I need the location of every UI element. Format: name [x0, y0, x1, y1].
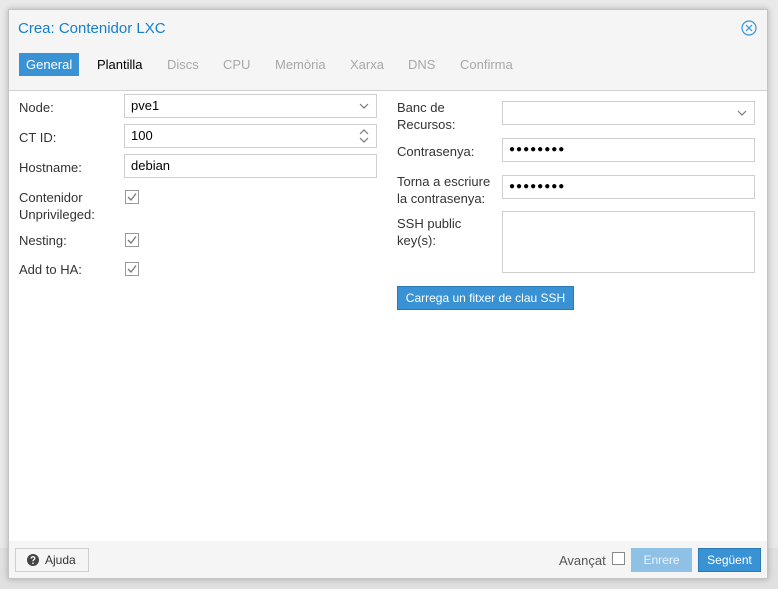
next-button[interactable]: Següent — [698, 548, 761, 572]
ha-label: Add to HA: — [19, 262, 82, 277]
unprivileged-label-line2: Unprivileged: — [19, 207, 95, 222]
dialog-title: Crea: Contenidor LXC — [18, 20, 166, 37]
password-value: ●●●●●●●● — [509, 144, 566, 155]
ctid-value: 100 — [131, 128, 153, 143]
nesting-checkbox[interactable] — [125, 233, 139, 247]
pool-select[interactable] — [502, 101, 755, 125]
question-icon — [27, 554, 39, 566]
load-ssh-key-button[interactable]: Carrega un fitxer de clau SSH — [397, 286, 574, 310]
tab-xarxa: Xarxa — [350, 57, 384, 72]
confirm-password-input[interactable]: ●●●●●●●● — [502, 175, 755, 199]
hostname-label: Hostname: — [19, 160, 82, 175]
tab-memoria: Memòria — [275, 57, 326, 72]
pool-label-line2: Recursos: — [397, 117, 456, 132]
tab-discs: Discs — [167, 57, 199, 72]
create-lxc-dialog: Crea: Contenidor LXC General Plantilla D… — [8, 9, 768, 579]
nesting-label: Nesting: — [19, 233, 67, 248]
close-icon[interactable] — [741, 20, 757, 36]
ctid-label: CT ID: — [19, 130, 57, 145]
chevron-down-icon[interactable] — [736, 106, 748, 120]
password-label: Contrasenya: — [397, 144, 475, 159]
confirm-password-value: ●●●●●●●● — [509, 181, 566, 192]
tab-dns: DNS — [408, 57, 436, 72]
tab-confirma: Confirma — [460, 57, 513, 72]
confirm-password-label: Torna a escriure la contrasenya: — [397, 173, 490, 207]
unprivileged-label-line1: Contenidor — [19, 190, 83, 205]
unprivileged-checkbox[interactable] — [125, 190, 139, 204]
advanced-checkbox[interactable] — [612, 552, 625, 565]
tab-general[interactable]: General — [19, 53, 80, 76]
wizard-tabs: General Plantilla Discs CPU Memòria Xarx… — [19, 53, 767, 77]
back-button: Enrere — [631, 548, 692, 572]
confirm-label-line1: Torna a escriure — [397, 174, 491, 189]
ctid-spinner[interactable]: 100 — [124, 124, 377, 148]
password-input[interactable]: ●●●●●●●● — [502, 138, 755, 162]
spinner-arrows-icon[interactable] — [358, 128, 370, 144]
pool-label-line1: Banc de — [397, 100, 445, 115]
ssh-key-label: SSH public key(s): — [397, 215, 461, 249]
tab-plantilla[interactable]: Plantilla — [90, 53, 150, 76]
node-value: pve1 — [131, 98, 160, 113]
unprivileged-label: Contenidor Unprivileged: — [19, 189, 95, 223]
ha-checkbox[interactable] — [125, 262, 139, 276]
hostname-value: debian — [131, 158, 171, 173]
general-panel: Node: pve1 CT ID: 100 Hostname: debian C… — [9, 90, 767, 542]
confirm-label-line2: la contrasenya: — [397, 191, 486, 206]
help-button[interactable]: Ajuda — [15, 548, 89, 572]
help-label: Ajuda — [45, 553, 76, 567]
advanced-label: Avançat — [559, 553, 606, 568]
ssh-key-textarea[interactable] — [502, 211, 755, 273]
ssh-key-label-line2: key(s): — [397, 233, 436, 248]
ssh-key-label-line1: SSH public — [397, 216, 462, 231]
dialog-footer: Ajuda Avançat Enrere Següent — [9, 541, 767, 578]
node-select[interactable]: pve1 — [124, 94, 377, 118]
dialog-titlebar: Crea: Contenidor LXC — [9, 10, 767, 46]
hostname-input[interactable]: debian — [124, 154, 377, 178]
tab-cpu: CPU — [223, 57, 251, 72]
chevron-down-icon[interactable] — [358, 99, 370, 113]
node-label: Node: — [19, 100, 54, 115]
pool-label: Banc de Recursos: — [397, 99, 456, 133]
